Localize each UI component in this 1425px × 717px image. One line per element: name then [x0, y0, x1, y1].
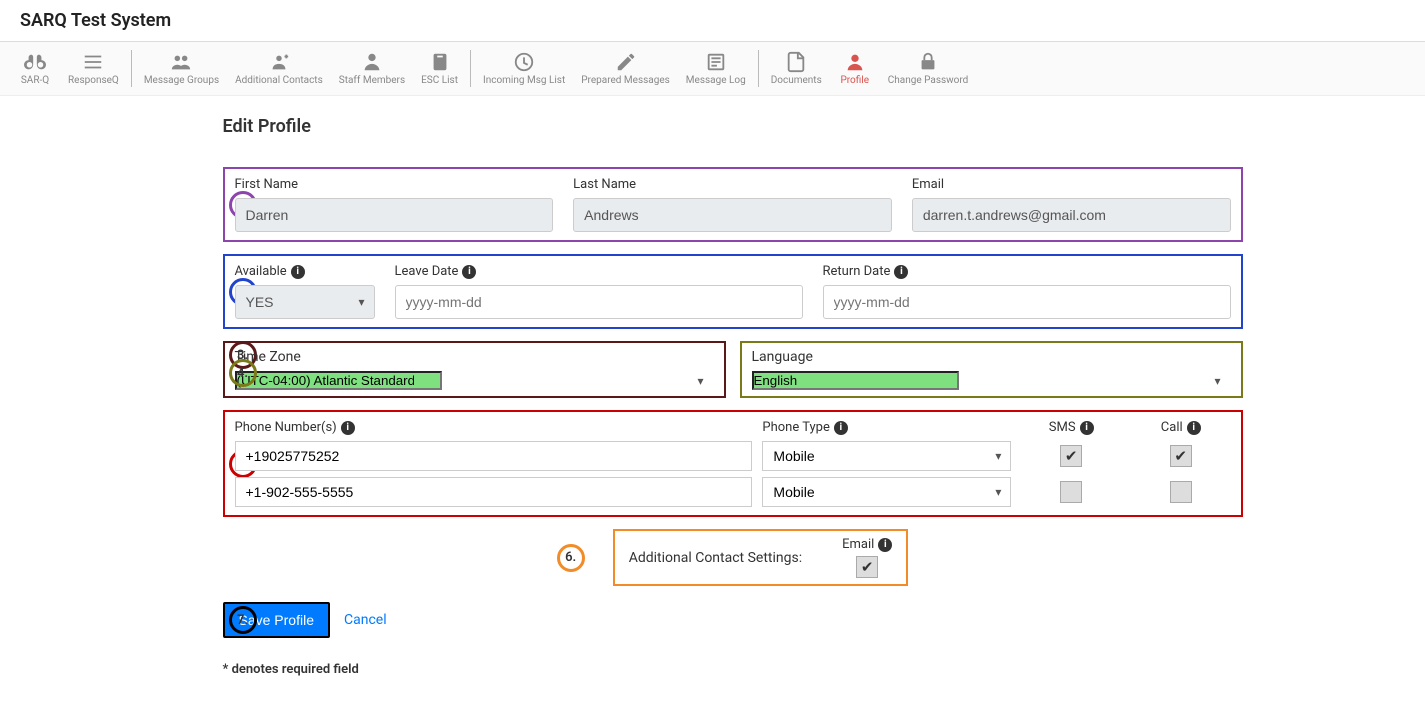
- leave-date-label: Leave Date i: [395, 264, 803, 279]
- sms-checkbox[interactable]: [1060, 445, 1082, 467]
- toolbar-label: Incoming Msg List: [483, 75, 565, 86]
- info-icon[interactable]: i: [462, 265, 476, 279]
- annotation-bullet-4: 4.: [229, 359, 257, 387]
- phone-section: Phone Number(s) i Phone Type i SMS i Cal…: [223, 410, 1243, 517]
- toolbar-label: Prepared Messages: [581, 75, 670, 86]
- toolbar-label: ResponseQ: [68, 75, 119, 86]
- lock-icon: [917, 51, 939, 73]
- phone-number-input[interactable]: [235, 441, 753, 471]
- groups-icon: [170, 51, 192, 73]
- timezone-select[interactable]: [235, 371, 442, 390]
- info-icon[interactable]: i: [834, 421, 848, 435]
- email-checkbox[interactable]: [856, 556, 878, 578]
- last-name-label: Last Name: [573, 177, 892, 192]
- main-toolbar: SAR-Q ResponseQ Message Groups Additiona…: [0, 42, 1425, 96]
- clipboard-icon: [429, 51, 451, 73]
- return-date-input[interactable]: [823, 285, 1231, 319]
- user-icon: [844, 51, 866, 73]
- additional-contact-label: Additional Contact Settings:: [629, 550, 802, 566]
- email-input[interactable]: [912, 198, 1231, 232]
- log-icon: [705, 51, 727, 73]
- toolbar-additional-contacts[interactable]: Additional Contacts: [227, 47, 331, 90]
- language-select[interactable]: [752, 371, 959, 390]
- phone-row: [235, 441, 1231, 471]
- toolbar-label: ESC List: [421, 75, 458, 86]
- info-icon[interactable]: i: [291, 265, 305, 279]
- info-icon[interactable]: i: [894, 265, 908, 279]
- phone-type-select[interactable]: [762, 477, 1011, 507]
- language-section: Language: [740, 341, 1243, 398]
- toolbar-label: Change Password: [888, 75, 969, 86]
- available-select[interactable]: [235, 285, 375, 319]
- toolbar-label: Message Log: [686, 75, 746, 86]
- toolbar-message-groups[interactable]: Message Groups: [136, 47, 227, 90]
- contacts-icon: [268, 51, 290, 73]
- toolbar-label: Profile: [840, 75, 869, 86]
- binoculars-icon: [24, 51, 46, 73]
- phone-type-select[interactable]: [762, 441, 1011, 471]
- first-name-input[interactable]: [235, 198, 554, 232]
- first-name-label: First Name: [235, 177, 554, 192]
- email-label: Email: [912, 177, 1231, 192]
- toolbar-label: Staff Members: [339, 75, 405, 86]
- phone-number-input[interactable]: [235, 477, 753, 507]
- toolbar-prepared-msg[interactable]: Prepared Messages: [573, 47, 678, 90]
- toolbar-label: Additional Contacts: [235, 75, 323, 86]
- person-icon: [361, 51, 383, 73]
- available-label: Available i: [235, 264, 375, 279]
- call-label: Call i: [1131, 420, 1231, 435]
- return-date-label: Return Date i: [823, 264, 1231, 279]
- toolbar-divider: [131, 50, 132, 87]
- annotation-bullet-7: 7.: [229, 606, 257, 634]
- call-checkbox[interactable]: [1170, 445, 1192, 467]
- toolbar-divider: [470, 50, 471, 87]
- toolbar-label: Message Groups: [144, 75, 219, 86]
- annotation-bullet-6: 6.: [557, 544, 585, 572]
- toolbar-esc-list[interactable]: ESC List: [413, 47, 466, 90]
- required-field-note: * denotes required field: [223, 662, 1243, 677]
- toolbar-sarq[interactable]: SAR-Q: [10, 47, 60, 90]
- toolbar-documents[interactable]: Documents: [763, 47, 830, 90]
- phone-row: [235, 477, 1231, 507]
- timezone-label: Time Zone: [235, 349, 714, 365]
- cancel-link[interactable]: Cancel: [344, 612, 387, 628]
- toolbar-responseq[interactable]: ResponseQ: [60, 47, 127, 90]
- app-header: SARQ Test System: [0, 0, 1425, 42]
- email-col-label: Email i: [842, 537, 892, 552]
- doc-icon: [785, 51, 807, 73]
- call-checkbox[interactable]: [1170, 481, 1192, 503]
- sms-checkbox[interactable]: [1060, 481, 1082, 503]
- toolbar-change-password[interactable]: Change Password: [880, 47, 977, 90]
- language-label: Language: [752, 349, 1231, 365]
- additional-contact-section: Additional Contact Settings: Email i: [613, 529, 909, 586]
- toolbar-message-log[interactable]: Message Log: [678, 47, 754, 90]
- leave-date-input[interactable]: [395, 285, 803, 319]
- toolbar-label: SAR-Q: [21, 75, 49, 86]
- last-name-input[interactable]: [573, 198, 892, 232]
- name-email-section: First Name Last Name Email: [223, 167, 1243, 242]
- page-title: Edit Profile: [223, 116, 1243, 137]
- phone-type-label: Phone Type i: [762, 420, 1011, 435]
- toolbar-divider: [758, 50, 759, 87]
- incoming-icon: [513, 51, 535, 73]
- toolbar-staff-members[interactable]: Staff Members: [331, 47, 413, 90]
- info-icon[interactable]: i: [1187, 421, 1201, 435]
- page-content: Edit Profile 1. First Name Last Name Ema…: [163, 116, 1263, 717]
- list-icon: [82, 51, 104, 73]
- app-title: SARQ Test System: [20, 10, 1405, 31]
- toolbar-label: Documents: [771, 75, 822, 86]
- availability-section: Available i Leave Date i Return Date i: [223, 254, 1243, 329]
- info-icon[interactable]: i: [878, 538, 892, 552]
- info-icon[interactable]: i: [1080, 421, 1094, 435]
- toolbar-profile[interactable]: Profile: [830, 47, 880, 90]
- sms-label: SMS i: [1021, 420, 1121, 435]
- toolbar-incoming-msg[interactable]: Incoming Msg List: [475, 47, 573, 90]
- timezone-section: Time Zone: [223, 341, 726, 398]
- phone-numbers-label: Phone Number(s) i: [235, 420, 753, 435]
- pencil-icon: [615, 51, 637, 73]
- info-icon[interactable]: i: [341, 421, 355, 435]
